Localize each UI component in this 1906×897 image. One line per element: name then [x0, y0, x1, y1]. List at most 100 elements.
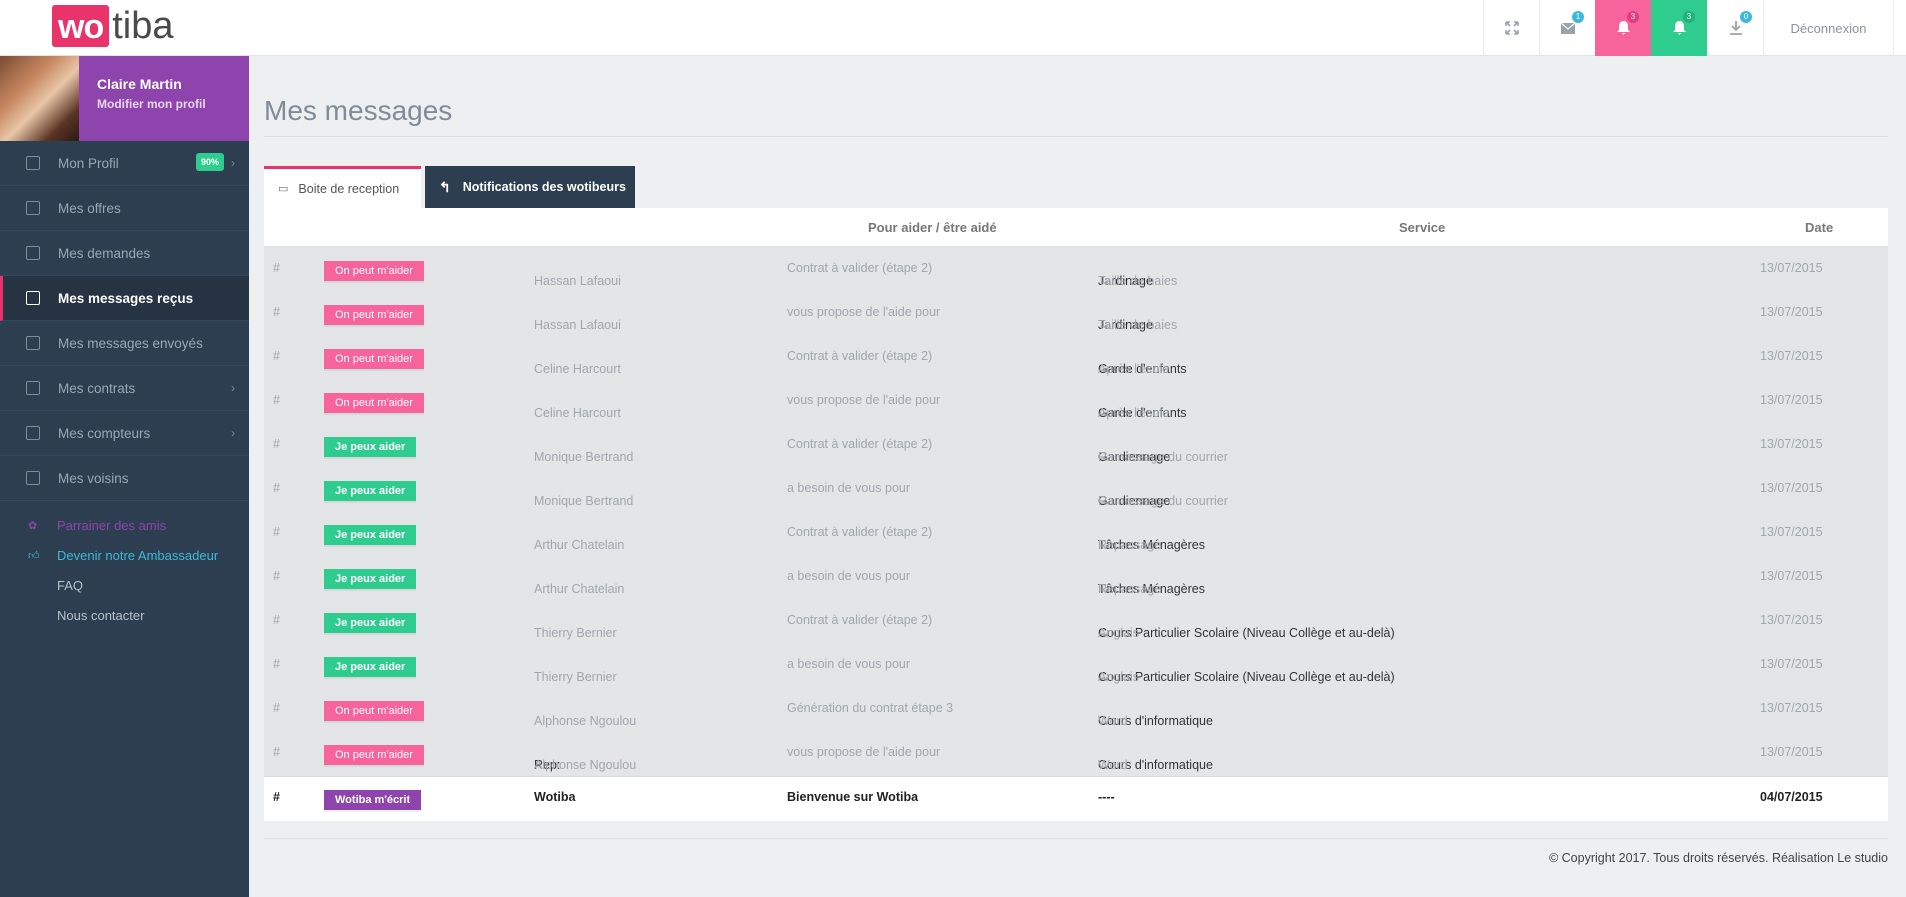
fullscreen-button[interactable] — [1483, 0, 1539, 56]
row-message: Contrat à valider (étape 2) — [787, 613, 933, 627]
envelope-icon — [1560, 22, 1575, 34]
service-subcategory: Ramassage du courrier — [1098, 450, 1228, 464]
chevron-right-icon: › — [231, 156, 235, 170]
row-hash: # — [273, 261, 280, 275]
table-row[interactable]: # Je peux aider Thierry Bernier a besoin de… — [264, 644, 1888, 688]
row-hash: # — [273, 657, 280, 671]
row-message: Contrat à valider (étape 2) — [787, 261, 933, 275]
status-tag: On peut m'aider — [324, 701, 424, 721]
row-date: 13/07/2015 — [1760, 349, 1823, 363]
service-subcategory: Word — [1098, 714, 1128, 728]
profile-completion-badge: 90% — [196, 153, 225, 171]
tab-inbox[interactable]: ▭ Boite de reception — [264, 166, 421, 208]
offers-icon — [26, 201, 40, 215]
sender-name: Hassan Lafaoui — [534, 274, 621, 288]
notifications-green-button[interactable]: 3 — [1651, 0, 1707, 56]
tab-notifications[interactable]: ↰ Notifications des wotibeurs — [425, 166, 635, 208]
sidebar-item-requests[interactable]: Mes demandes — [0, 231, 249, 276]
inbox-tray-icon: ▭ — [278, 183, 289, 195]
download-icon — [1729, 21, 1742, 35]
user-icon — [26, 156, 40, 170]
divider — [264, 838, 1888, 839]
row-message: vous propose de l'aide pour — [787, 393, 941, 407]
sender-name: Monique Bertrand — [534, 450, 634, 464]
row-date: 13/07/2015 — [1760, 745, 1823, 759]
row-date: 13/07/2015 — [1760, 657, 1823, 671]
expand-icon — [1504, 21, 1519, 35]
row-message: vous propose de l'aide pour — [787, 305, 941, 319]
row-sender[interactable]: Wotiba — [534, 790, 575, 804]
table-row[interactable]: # Je peux aider Monique Bertrand Contrat à … — [264, 424, 1888, 468]
ambassador-link[interactable]: 👍︎ Devenir notre Ambassadeur — [0, 541, 249, 571]
table-row[interactable]: # On peut m'aider Hassan Lafaoui Contrat à … — [264, 248, 1888, 292]
message-tabs: ▭ Boite de reception ↰ Notifications des… — [264, 166, 635, 208]
status-tag: Je peux aider — [324, 481, 417, 501]
sender-name: Thierry Bernier — [534, 626, 617, 640]
status-tag: On peut m'aider — [324, 349, 424, 369]
table-row[interactable]: # On peut m'aider Alphonse Ngoulou Générati… — [264, 688, 1888, 732]
green-notification-badge: 3 — [1683, 11, 1695, 23]
top-bar: wo tiba 1 3 3 0 Déconnexion — [0, 0, 1906, 56]
sidebar-item-counters[interactable]: Mes compteurs › — [0, 411, 249, 456]
messages-button[interactable]: 1 — [1539, 0, 1595, 56]
row-date: 13/07/2015 — [1760, 525, 1823, 539]
row-hash: # — [273, 437, 280, 451]
contact-link[interactable]: Nous contacter — [0, 601, 249, 631]
sidebar-item-neighbors[interactable]: Mes voisins — [0, 456, 249, 501]
sidebar-item-received-messages[interactable]: Mes messages reçus — [0, 276, 249, 321]
row-date: 13/07/2015 — [1760, 569, 1823, 583]
logout-button[interactable]: Déconnexion — [1763, 0, 1893, 56]
faq-link[interactable]: FAQ — [0, 571, 249, 601]
table-row[interactable]: # On peut m'aider Hassan Lafaoui vous propo… — [264, 292, 1888, 336]
counters-icon — [26, 426, 40, 440]
row-date: 13/07/2015 — [1760, 701, 1823, 715]
table-row[interactable]: # On peut m'aider Celine Harcourt vous prop… — [264, 380, 1888, 424]
bell-icon — [1616, 21, 1630, 35]
row-date: 13/07/2015 — [1760, 261, 1823, 275]
row-date: 13/07/2015 — [1760, 393, 1823, 407]
table-row[interactable]: # Je peux aider Arthur Chatelain Contrat à … — [264, 512, 1888, 556]
table-row[interactable]: # Je peux aider Thierry Bernier Contrat à v… — [264, 600, 1888, 644]
table-row[interactable]: # On peut m'aider Rep: Alphonse Ngoulou vou… — [264, 732, 1888, 776]
status-tag: On peut m'aider — [324, 393, 424, 413]
status-tag: On peut m'aider — [324, 745, 424, 765]
chevron-right-icon: › — [231, 426, 235, 440]
refer-friends-link[interactable]: ✿ Parrainer des amis — [0, 511, 249, 541]
sender-name: Thierry Bernier — [534, 670, 617, 684]
row-hash: # — [273, 481, 280, 495]
downloads-button[interactable]: 0 — [1707, 0, 1763, 56]
service-subcategory: Après l'école — [1098, 362, 1170, 376]
logo[interactable]: wo tiba — [52, 4, 174, 48]
table-row[interactable]: # Wotiba m'écrit Wotiba Bienvenue sur Wo… — [264, 776, 1888, 821]
sidebar-item-profile[interactable]: Mon Profil 90% › — [0, 141, 249, 186]
table-row[interactable]: # Je peux aider Arthur Chatelain a besoin d… — [264, 556, 1888, 600]
sidebar-item-offers[interactable]: Mes offres — [0, 186, 249, 231]
sidebar-item-label: Mes messages envoyés — [58, 335, 203, 351]
row-hash: # — [273, 790, 280, 804]
sidebar-item-label: Mes voisins — [58, 470, 129, 486]
row-message: a besoin de vous pour — [787, 481, 911, 495]
row-message: Génération du contrat étape 3 — [787, 701, 954, 715]
tab-inbox-label: Boite de reception — [298, 181, 400, 196]
notifications-pink-button[interactable]: 3 — [1595, 0, 1651, 56]
row-date: 13/07/2015 — [1760, 305, 1823, 319]
service-subcategory: Anglais — [1098, 626, 1139, 640]
service-category: Cours Particulier Scolaire (Niveau Collè… — [1098, 670, 1395, 684]
sidebar-item-sent-messages[interactable]: Mes messages envoyés — [0, 321, 249, 366]
row-hash: # — [273, 745, 280, 759]
avatar[interactable] — [0, 56, 79, 141]
messages-badge: 1 — [1572, 11, 1584, 23]
row-date: 13/07/2015 — [1760, 481, 1823, 495]
status-tag: Je peux aider — [324, 569, 417, 589]
bell-icon — [1672, 21, 1686, 35]
table-row[interactable]: # On peut m'aider Celine Harcourt Contrat à… — [264, 336, 1888, 380]
service-subcategory: Après l'école — [1098, 406, 1170, 420]
edit-profile-link[interactable]: Modifier mon profil — [97, 97, 206, 111]
sidebar-links: ✿ Parrainer des amis 👍︎ Devenir notre Amba… — [0, 501, 249, 631]
sidebar-item-contracts[interactable]: Mes contrats › — [0, 366, 249, 411]
table-body: # On peut m'aider Hassan Lafaoui Contrat à … — [264, 248, 1888, 776]
contracts-icon — [26, 381, 40, 395]
messages-table: Pour aider / être aidé Service Date # On … — [264, 208, 1888, 821]
row-hash: # — [273, 305, 280, 319]
table-row[interactable]: # Je peux aider Monique Bertrand a besoin d… — [264, 468, 1888, 512]
